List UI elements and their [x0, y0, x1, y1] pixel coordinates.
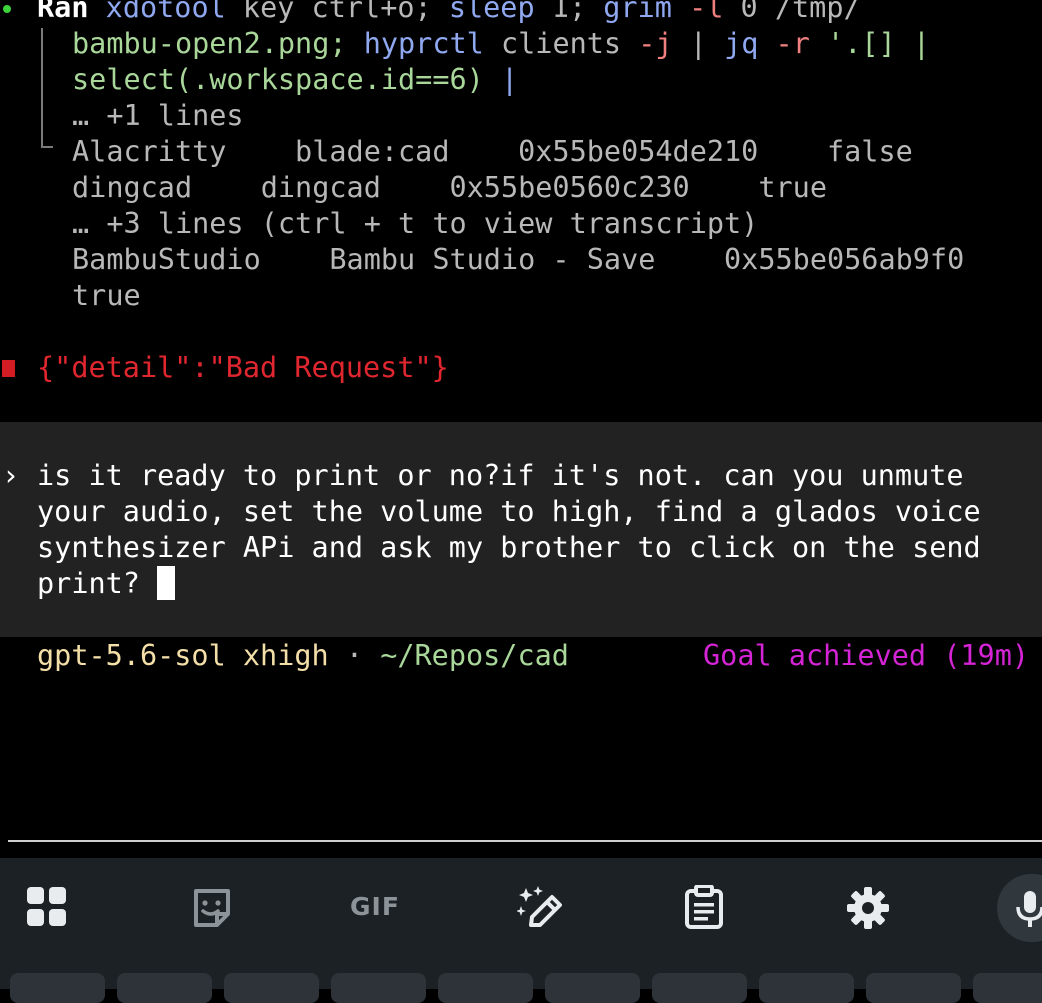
output-line: true — [72, 279, 141, 312]
error-message: {"detail":"Bad Request"} — [37, 351, 449, 384]
key[interactable] — [652, 973, 747, 1003]
gif-icon[interactable]: GIF — [350, 892, 400, 921]
microphone-button[interactable] — [997, 874, 1042, 942]
model-label: gpt-5.6-sol xhigh — [37, 639, 329, 672]
apps-grid-icon[interactable] — [26, 886, 68, 928]
key[interactable] — [10, 973, 105, 1003]
sticker-icon[interactable] — [191, 888, 233, 928]
prompt-input-box[interactable]: › is it ready to print or no?if it's not… — [0, 422, 1042, 637]
status-bar: gpt-5.6-sol xhigh · ~/Repos/cad — [37, 639, 569, 672]
output-line: Alacritty blade:cad 0x55be054de210 false — [72, 135, 913, 168]
terminal-output: Ran xdotool key ctrl+o; sleep 1; grim -l… — [0, 0, 1042, 840]
key[interactable] — [117, 973, 212, 1003]
goal-status: Goal achieved (19m) — [703, 639, 1030, 672]
more-lines-command: … +1 lines — [72, 99, 244, 132]
settings-icon[interactable] — [846, 886, 890, 930]
keyboard-toolbar: GIF — [0, 858, 1042, 1003]
prompt-input-line[interactable]: your audio, set the volume to high, find… — [37, 494, 981, 530]
clipboard-icon[interactable] — [684, 885, 724, 929]
output-line: … +3 lines (ctrl + t to view transcript) — [72, 207, 759, 240]
tree-branch — [41, 146, 53, 148]
output-line: BambuStudio Bambu Studio - Save 0x55be05… — [72, 243, 965, 276]
output-line: dingcad dingcad 0x55be0560c230 true — [72, 171, 827, 204]
ran-label: Ran — [37, 0, 89, 24]
magic-edit-icon[interactable] — [517, 885, 563, 929]
command-line-2: bambu-open2.png; hyprctl clients -j | jq… — [72, 27, 930, 60]
text-cursor — [157, 566, 176, 600]
key[interactable] — [331, 973, 426, 1003]
prompt-glyph: › — [2, 459, 20, 492]
command-line-3: select(.workspace.id==6) | — [72, 63, 519, 96]
microphone-icon — [1016, 891, 1042, 927]
key[interactable] — [545, 973, 640, 1003]
keyboard-divider — [8, 840, 1042, 842]
tree-connector — [41, 28, 43, 146]
key[interactable] — [866, 973, 961, 1003]
key[interactable] — [438, 973, 533, 1003]
prompt-input-line[interactable]: synthesizer APi and ask my brother to cl… — [37, 530, 981, 566]
path-label: ~/Repos/cad — [380, 639, 569, 672]
error-marker-icon — [2, 360, 15, 377]
key[interactable] — [224, 973, 319, 1003]
command-line-1: Ran xdotool key ctrl+o; sleep 1; grim -l… — [37, 0, 861, 26]
status-bullet-icon — [3, 5, 11, 13]
prompt-input-line[interactable]: is it ready to print or no?if it's not. … — [37, 458, 964, 494]
key[interactable] — [759, 973, 854, 1003]
prompt-input-line[interactable]: print? — [37, 566, 176, 602]
key[interactable] — [973, 973, 1042, 1003]
